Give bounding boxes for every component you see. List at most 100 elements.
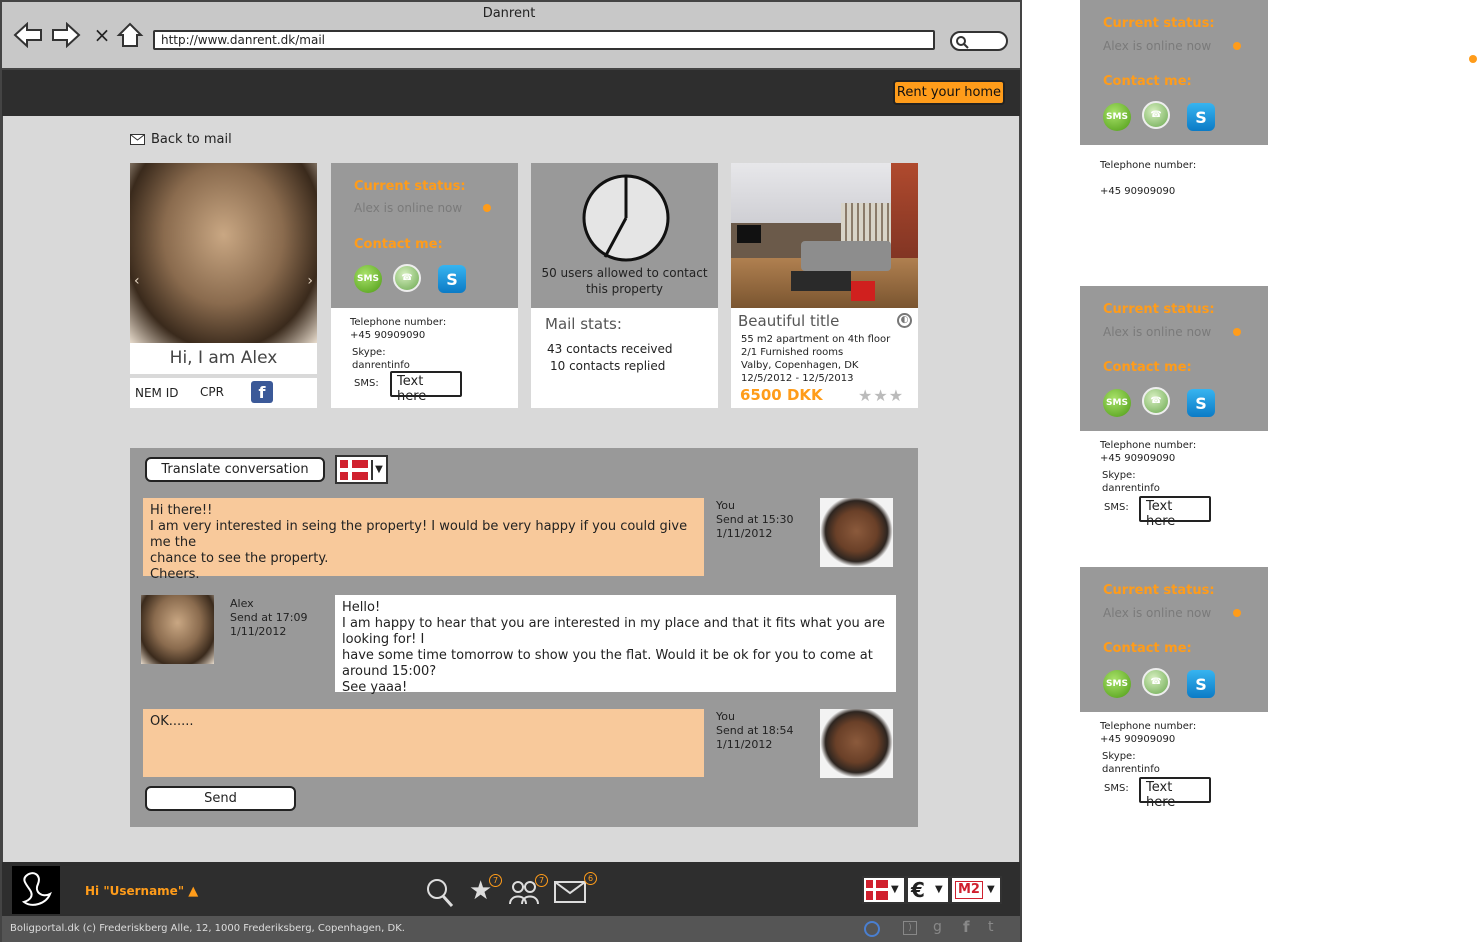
message-line: Hi there!! <box>150 503 213 518</box>
skype-icon[interactable]: S <box>1187 670 1215 698</box>
chevron-right-icon[interactable]: › <box>307 273 313 289</box>
address-bar[interactable]: http://www.danrent.dk/mail <box>153 30 935 50</box>
contacts-replied: 10 contacts replied <box>550 359 666 373</box>
language-select[interactable]: ▼ <box>335 455 388 484</box>
online-dot <box>483 204 491 212</box>
rss-icon[interactable]: ) <box>903 921 917 935</box>
search-icon <box>956 36 969 49</box>
danish-flag-icon <box>866 880 888 900</box>
contact-me-label: Contact me: <box>354 237 443 252</box>
message-line: See yaaa! <box>342 680 408 695</box>
nemid-label: NEM ID <box>135 386 179 400</box>
telephone-value: +45 90909090 <box>1100 453 1176 464</box>
forward-arrow-icon[interactable] <box>50 20 82 50</box>
telephone-value: +45 90909090 <box>1100 186 1176 197</box>
message-meta: You Send at 15:30 1/11/2012 <box>716 499 793 541</box>
currency-select[interactable]: € ▼ <box>906 876 950 904</box>
contacts-pie-icon <box>582 174 670 262</box>
send-button[interactable]: Send <box>145 786 296 811</box>
avatar <box>141 595 214 664</box>
side-status-card: Current status: Alex is online now Conta… <box>1080 567 1268 712</box>
current-status-label: Current status: <box>1103 16 1215 31</box>
mail-stats-visual: 50 users allowed to contact this propert… <box>531 163 718 308</box>
window-title: Danrent <box>482 6 536 21</box>
property-price: 6500 DKK <box>740 386 823 404</box>
mail-icon[interactable] <box>554 881 586 907</box>
sms-icon-text: SMS <box>357 274 379 284</box>
skype-value: danrentinfo <box>1102 764 1160 775</box>
globe-icon[interactable]: ◐ <box>897 313 912 328</box>
euro-icon: € <box>911 878 925 902</box>
twitter-icon[interactable]: t <box>988 919 994 935</box>
dropdown-arrow-icon: ▼ <box>935 884 943 895</box>
sent-time: Send at 18:54 <box>716 724 794 737</box>
reply-input[interactable]: OK...... <box>143 709 704 777</box>
status-text: Alex is online now <box>1103 325 1212 339</box>
dropdown-arrow-icon: ▼ <box>891 884 899 895</box>
sms-input[interactable]: Text here <box>390 371 462 404</box>
property-line2: 2/1 Furnished rooms <box>741 347 844 358</box>
property-dates: 12/5/2012 - 12/5/2013 <box>741 373 854 384</box>
unit-select[interactable]: M2 ▼ <box>950 876 1002 904</box>
skype-icon[interactable]: S <box>1187 103 1215 131</box>
telephone-label: Telephone number: <box>1100 440 1197 451</box>
message-line: I am very interested in seing the proper… <box>150 519 688 550</box>
skype-label: Skype: <box>1102 470 1136 481</box>
home-icon[interactable] <box>114 20 146 50</box>
skype-icon[interactable]: S <box>438 265 466 293</box>
sent-date: 1/11/2012 <box>230 625 287 638</box>
back-to-mail-label: Back to mail <box>151 132 232 147</box>
status-text: Alex is online now <box>1103 39 1212 53</box>
property-line1: 55 m2 apartment on 4th floor <box>741 334 891 345</box>
groups-badge: 7 <box>535 874 548 887</box>
google-plus-icon[interactable]: g <box>933 919 942 935</box>
phone-icon[interactable]: ☎ <box>393 264 421 292</box>
skype-label: Skype: <box>352 347 386 358</box>
facebook-icon[interactable]: f <box>251 381 273 403</box>
skype-icon[interactable]: S <box>1187 389 1215 417</box>
current-status-label: Current status: <box>1103 583 1215 598</box>
message-line: I am happy to hear that you are interest… <box>342 616 885 647</box>
favorites-badge: 7 <box>489 874 502 887</box>
rating-stars-icon[interactable]: ★★★ <box>858 386 904 405</box>
username-greeting[interactable]: Hi "Username" ▲ <box>85 884 198 899</box>
cpr-label: CPR <box>200 385 224 399</box>
sms-input[interactable]: Text here <box>1139 777 1211 810</box>
danish-flag-icon <box>340 460 368 480</box>
property-photo <box>731 163 918 308</box>
country-select[interactable]: ▼ <box>862 876 906 904</box>
facebook-icon[interactable]: f <box>963 918 970 936</box>
translate-conversation-button[interactable]: Translate conversation <box>145 457 325 482</box>
rent-your-home-button[interactable]: Rent your home <box>893 80 1005 105</box>
logo[interactable] <box>12 866 60 914</box>
verification-row: NEM ID CPR f <box>130 378 317 408</box>
property-title: Beautiful title <box>738 312 840 330</box>
sms-input[interactable]: Text here <box>1139 496 1211 529</box>
sms-icon[interactable]: SMS <box>354 265 382 293</box>
browser-search[interactable] <box>950 31 1008 51</box>
profile-greeting: Hi, I am Alex <box>130 343 317 374</box>
telephone-label: Telephone number: <box>350 317 447 328</box>
back-to-mail-link[interactable]: Back to mail <box>130 132 232 147</box>
sms-label: SMS: <box>1104 783 1129 794</box>
contact-me-label: Contact me: <box>1103 74 1192 89</box>
sms-icon[interactable]: SMS <box>1103 389 1131 417</box>
chevron-left-icon[interactable]: ‹ <box>134 273 140 289</box>
sms-label: SMS: <box>1104 502 1129 513</box>
phone-icon[interactable]: ☎ <box>1142 668 1170 696</box>
phone-icon[interactable]: ☎ <box>1142 101 1170 129</box>
search-icon[interactable] <box>425 877 455 913</box>
swan-logo-icon <box>21 872 52 906</box>
back-arrow-icon[interactable] <box>12 20 44 50</box>
sms-icon[interactable]: SMS <box>1103 103 1131 131</box>
dropdown-arrow-icon: ▼ <box>987 884 995 895</box>
sms-icon[interactable]: SMS <box>1103 670 1131 698</box>
sender-name: You <box>716 710 735 723</box>
phone-icon[interactable]: ☎ <box>1142 387 1170 415</box>
mail-icon <box>130 134 145 145</box>
message-bubble: Hi there!! I am very interested in seing… <box>143 498 704 582</box>
help-icon[interactable] <box>864 921 880 937</box>
status-text: Alex is online now <box>1103 606 1212 620</box>
message-meta: Alex Send at 17:09 1/11/2012 <box>230 597 307 639</box>
telephone-value: +45 90909090 <box>1100 734 1176 745</box>
